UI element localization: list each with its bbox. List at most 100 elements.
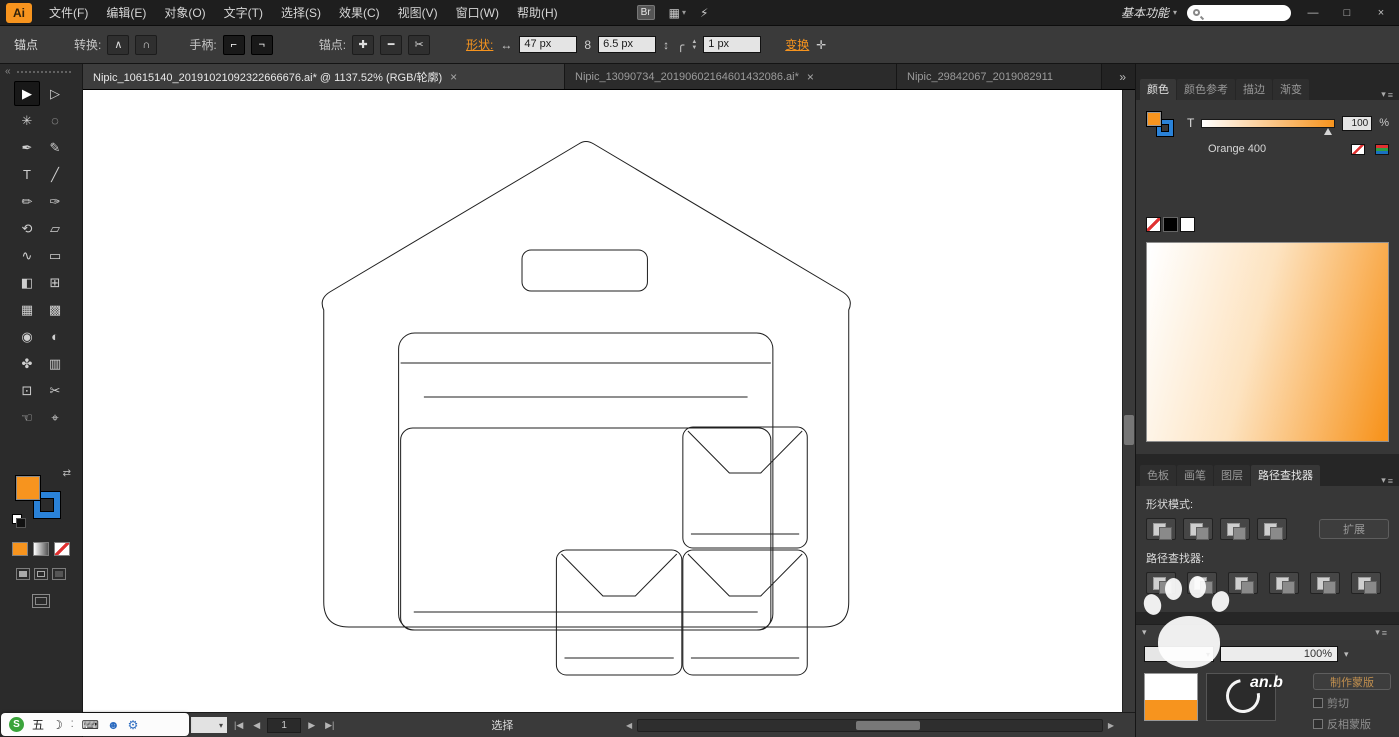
transform-link[interactable]: 变换 [785,36,809,53]
bridge-icon[interactable]: Br [636,5,655,20]
blend-tool[interactable]: ◐ [42,324,68,349]
none-mini-icon[interactable] [1351,143,1365,155]
color-button[interactable] [12,542,28,556]
perspective-grid-tool[interactable]: ⊞ [42,270,68,295]
artwork-thumbnail[interactable] [1144,673,1198,721]
blend-mode-select[interactable]: ▾ [1144,646,1214,662]
panel-grip[interactable] [16,70,71,73]
tab-swatches[interactable]: 色板 [1140,465,1176,486]
shape-builder-tool[interactable]: ◧ [14,270,40,295]
checkbox-icon[interactable] [1313,719,1323,729]
remove-anchor-button[interactable]: ━ [380,34,403,55]
first-artboard-button[interactable]: |◀ [231,720,246,731]
blob-brush-tool[interactable]: ✑ [42,189,68,214]
black-swatch[interactable] [1163,217,1178,232]
fill-swatch[interactable] [15,475,41,501]
document-tab-2[interactable]: Nipic_13090734_20190602164601432086.ai* … [565,64,897,89]
tint-value-field[interactable]: 100 [1342,115,1373,131]
crop-icon[interactable] [1269,572,1299,594]
intersect-icon[interactable] [1220,518,1250,540]
artboard-tool[interactable]: ⊡ [14,378,40,403]
menu-type[interactable]: 文字(T) [215,0,272,26]
sogou-icon[interactable]: S [9,717,24,732]
line-tool[interactable]: ╱ [42,162,68,187]
gradient-tool[interactable]: ▩ [42,297,68,322]
clip-checkbox[interactable]: 剪切 [1313,695,1349,711]
rotate-tool[interactable]: ⟲ [14,216,40,241]
hide-handles-button[interactable]: ¬ [250,34,273,55]
menu-select[interactable]: 选择(S) [272,0,330,26]
merge-icon[interactable] [1228,572,1258,594]
person-icon[interactable]: ☻ [107,718,120,732]
collapse-panel-icon[interactable]: « [5,66,11,77]
magic-wand-tool[interactable]: ✳ [14,108,40,133]
outline-icon[interactable] [1310,572,1340,594]
exclude-icon[interactable] [1257,518,1287,540]
menu-help[interactable]: 帮助(H) [508,0,567,26]
close-tab-icon[interactable]: × [450,70,457,84]
vertical-scrollbar[interactable] [1122,90,1135,712]
next-artboard-button[interactable]: ▶ [305,720,318,731]
menu-object[interactable]: 对象(O) [155,0,214,26]
panel-menu-icon[interactable]: ▾ ≡ [1381,475,1399,486]
wubi-mode-label[interactable]: 五 [32,716,44,733]
none-swatch[interactable] [1146,217,1161,232]
minimize-button[interactable]: — [1301,0,1325,26]
column-graph-tool[interactable]: ▥ [42,351,68,376]
paintbrush-tool[interactable]: ✏ [14,189,40,214]
pen-tool[interactable]: ✒ [14,135,40,160]
slider-thumb-icon[interactable] [1324,127,1333,135]
make-mask-button[interactable]: 制作蒙版 [1313,673,1391,690]
close-tab-icon[interactable]: × [807,70,814,84]
draw-inside-icon[interactable] [52,568,66,580]
width-tool[interactable]: ∿ [14,243,40,268]
pencil-tool[interactable]: ✎ [42,135,68,160]
corner-radius-field[interactable]: 1 px [703,36,762,53]
corner-stepper[interactable]: ▲ ▼ [691,39,697,51]
invert-mask-checkbox[interactable]: 反相蒙版 [1313,716,1371,732]
scroll-left-icon[interactable]: ◀ [621,721,637,730]
arrange-documents-icon[interactable]: ▦ ▾ [669,6,686,20]
collapse-section-icon[interactable]: ▾ [1142,627,1147,638]
menu-effect[interactable]: 效果(C) [330,0,389,26]
menu-view[interactable]: 视图(V) [389,0,447,26]
checkbox-icon[interactable] [1313,698,1323,708]
rgb-spectrum-icon[interactable] [1375,143,1389,155]
keyboard-icon[interactable]: ⌨ [82,718,99,732]
panel-menu-icon[interactable]: ▾ ≡ [1375,627,1393,638]
tab-gradient[interactable]: 渐变 [1273,79,1309,100]
selection-tool[interactable]: ▶ [14,81,40,106]
menu-window[interactable]: 窗口(W) [447,0,508,26]
cut-path-button[interactable]: ✂ [408,34,431,55]
tint-slider[interactable] [1201,118,1336,135]
opacity-field[interactable]: 100% [1220,646,1338,662]
minus-back-icon[interactable] [1351,572,1381,594]
screen-mode-button[interactable] [32,594,50,608]
lasso-tool[interactable]: ◌ [42,108,68,133]
white-swatch[interactable] [1180,217,1195,232]
menu-edit[interactable]: 编辑(E) [97,0,155,26]
punctuation-icon[interactable]: ⁚ [71,719,74,730]
expand-button[interactable]: 扩展 [1319,519,1389,539]
artboard-number-field[interactable]: 1 [267,717,302,733]
trim-icon[interactable] [1187,572,1217,594]
hand-tool[interactable]: ☜ [14,405,40,430]
restore-button[interactable]: □ [1335,0,1359,26]
gradient-spectrum-preview[interactable] [1146,242,1389,442]
tab-layers[interactable]: 图层 [1214,465,1250,486]
shape-width-field[interactable]: 47 px [519,36,578,53]
gradient-button[interactable] [33,542,49,556]
symbol-sprayer-tool[interactable]: ✤ [14,351,40,376]
prev-artboard-button[interactable]: ◀ [250,720,263,731]
isolate-selection-icon[interactable]: ✛ [815,38,827,52]
default-fill-stroke-icon[interactable] [12,514,26,528]
document-tab-1[interactable]: Nipic_10615140_20191021092322666676.ai* … [83,64,565,89]
direct-selection-tool[interactable]: ▷ [42,81,68,106]
tab-color-guide[interactable]: 颜色参考 [1177,79,1235,100]
gpu-performance-icon[interactable]: ⚡ [700,6,708,20]
moon-icon[interactable]: ☽ [52,718,63,732]
scale-tool[interactable]: ▱ [42,216,68,241]
divide-icon[interactable] [1146,572,1176,594]
eyedropper-tool[interactable]: ◉ [14,324,40,349]
show-handles-button[interactable]: ⌐ [222,34,245,55]
